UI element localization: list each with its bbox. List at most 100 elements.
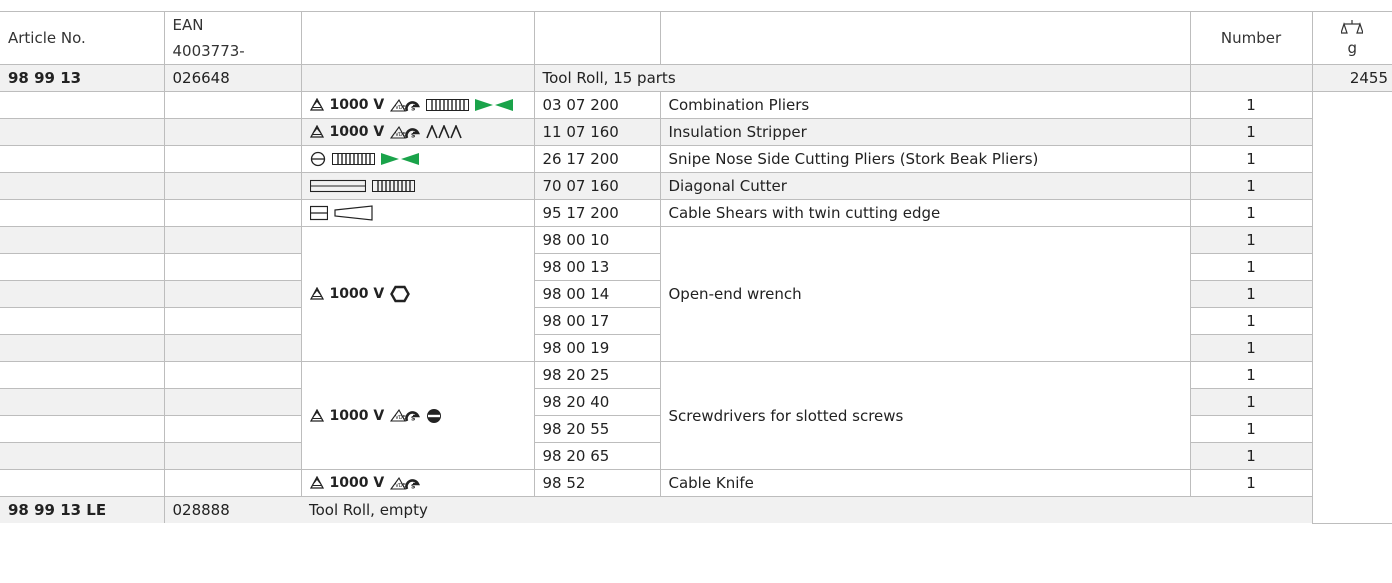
- table-row-component: 1000 V 11 07 160 Insulation Stripper 1: [0, 118, 1392, 146]
- weight-unit: g: [1347, 39, 1358, 57]
- symbols-cell: [300, 172, 534, 200]
- symbols-cell: 1000 V: [300, 91, 534, 119]
- wrench-qty: 1: [1189, 307, 1312, 335]
- screwdriver-code: 98 20 25: [533, 361, 660, 389]
- component-name: Cable Knife: [659, 469, 1190, 497]
- article-number: 98 99 13: [0, 64, 164, 92]
- component-qty: 1: [1189, 145, 1312, 173]
- article-number: 98 99 13 LE: [8, 501, 107, 519]
- item-weight: 2455: [1311, 64, 1392, 92]
- header-ean: EAN 4003773-: [163, 11, 301, 65]
- round-cutter-icon: [310, 151, 325, 167]
- ean-code: 028888: [163, 496, 301, 523]
- ean-cell: [163, 145, 301, 173]
- component-code: 98 52: [533, 469, 660, 497]
- table-row-component: 1000 V 03 07 200 Combination Pliers 1: [0, 91, 1392, 524]
- product-table: Article No. EAN 4003773- Number g 98 99 1…: [0, 11, 1392, 524]
- wrench-code: 98 00 14: [533, 280, 660, 308]
- ean-cell: [163, 280, 301, 308]
- table-row-wrench: 1000 V 98 00 10 Open-end wrench 1: [0, 226, 1392, 362]
- ean-cell: [163, 442, 301, 470]
- item-description: Tool Roll, empty: [309, 501, 428, 519]
- article-cell: [0, 334, 164, 362]
- insulated-tool-icon: [309, 287, 324, 300]
- header-ean-line1: EAN: [172, 16, 204, 34]
- ean-cell: [163, 118, 301, 146]
- component-name: Combination Pliers: [659, 91, 1190, 119]
- screwdriver-symbols-cell: 1000 V: [300, 361, 534, 470]
- article-cell: [0, 307, 164, 335]
- serrated-jaw-icon: [331, 152, 375, 166]
- vde-gs-icon: [390, 408, 420, 423]
- insulated-tool-icon: [309, 408, 324, 422]
- symbols-cell: 1000 V: [300, 118, 534, 146]
- symbols-cell: [300, 64, 534, 92]
- weight-column-spacer: [1311, 91, 1392, 524]
- insulated-tool-icon: [309, 98, 324, 111]
- serrated-jaw-icon: [426, 98, 470, 112]
- article-cell: [0, 253, 164, 281]
- insulated-tool-icon: [309, 125, 324, 138]
- article-cell: [0, 172, 164, 200]
- stripper-blade-icon: [426, 125, 462, 139]
- screwdriver-name: Screwdrivers for slotted screws: [659, 361, 1190, 470]
- vde-gs-icon: [390, 98, 420, 113]
- wrench-code: 98 00 13: [533, 253, 660, 281]
- component-code: 26 17 200: [533, 145, 660, 173]
- table-row-empty-roll: 98 99 13 LE 028888 Tool Roll, empty 325: [0, 496, 1392, 523]
- green-grip-icon: [475, 99, 514, 111]
- ean-cell: [163, 199, 301, 227]
- component-code: 95 17 200: [533, 199, 660, 227]
- ean-cell: [163, 307, 301, 335]
- component-name: Insulation Stripper: [659, 118, 1190, 146]
- screwdriver-qty: 1: [1189, 388, 1312, 416]
- ean-cell: [163, 388, 301, 416]
- ean-cell: [163, 361, 301, 389]
- header-weight: g: [1311, 11, 1392, 65]
- component-qty: 1: [1189, 172, 1312, 200]
- symbols-cell: [300, 145, 534, 173]
- green-grip-icon: [380, 153, 419, 165]
- table-row-main-item: 98 99 13 026648 Tool Roll, 15 parts 2455: [0, 64, 1392, 92]
- voltage-label: 1000 V: [329, 286, 385, 302]
- cone-cutter-icon: [333, 205, 373, 221]
- table-row-component: 26 17 200 Snipe Nose Side Cutting Pliers…: [0, 145, 1392, 173]
- vde-gs-icon: [390, 125, 420, 140]
- article-cell: [0, 361, 164, 389]
- insulated-tool-icon: [309, 476, 324, 489]
- table-row-component: 1000 V 98 52 Cable Knife 1: [0, 469, 1392, 497]
- ean-cell: [163, 226, 301, 254]
- component-code: 70 07 160: [533, 172, 660, 200]
- serrated-jaw-icon: [371, 179, 415, 193]
- voltage-label: 1000 V: [329, 407, 385, 424]
- screwdriver-qty: 1: [1189, 361, 1312, 389]
- voltage-label: 1000 V: [329, 475, 385, 491]
- article-cell: [0, 145, 164, 173]
- article-cell: [0, 442, 164, 470]
- screwdriver-qty: 1: [1189, 442, 1312, 470]
- wrench-code: 98 00 10: [533, 226, 660, 254]
- table-row-component: 70 07 160 Diagonal Cutter 1: [0, 172, 1392, 200]
- component-qty: 1: [1189, 199, 1312, 227]
- wrench-name: Open-end wrench: [659, 226, 1190, 362]
- header-description: [659, 11, 1190, 65]
- component-name: Cable Shears with twin cutting edge: [659, 199, 1190, 227]
- article-cell: [0, 469, 164, 497]
- article-cell: [0, 388, 164, 416]
- header-row: Article No. EAN 4003773- Number g: [0, 11, 1392, 65]
- component-code: 11 07 160: [533, 118, 660, 146]
- article-cell: [0, 91, 164, 119]
- slot-tip-icon: [427, 408, 442, 423]
- component-qty: 1: [1189, 118, 1312, 146]
- header-number: Number: [1189, 11, 1312, 65]
- article-cell: [0, 199, 164, 227]
- table-row-screwdriver: 1000 V 98 20 25 Screwdrivers for slotted…: [0, 361, 1392, 470]
- screwdriver-code: 98 20 40: [533, 388, 660, 416]
- article-cell: [0, 118, 164, 146]
- header-symbols: [300, 11, 534, 65]
- ean-cell: [163, 253, 301, 281]
- ean-code: 026648: [163, 64, 301, 92]
- quantity-cell: [1189, 64, 1312, 92]
- symbols-cell: 1000 V: [300, 469, 534, 497]
- scale-icon: [1341, 20, 1364, 34]
